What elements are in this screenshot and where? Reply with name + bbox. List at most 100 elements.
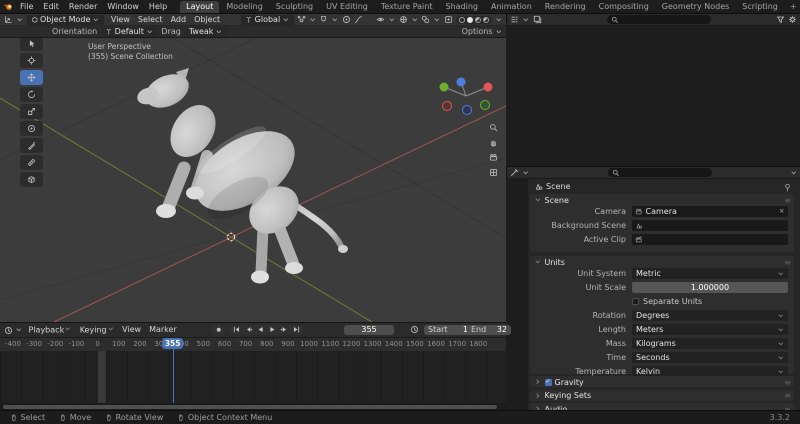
next-keyframe-button[interactable] [279, 325, 290, 335]
pin-id-icon[interactable] [783, 183, 792, 192]
display-mode-icon[interactable] [533, 15, 542, 24]
pan-view-icon[interactable] [486, 136, 500, 148]
tool-add-cube-button[interactable] [20, 172, 43, 187]
shading-solid-button[interactable] [467, 17, 473, 23]
editor-type-3d-icon[interactable] [4, 15, 13, 24]
navigation-gizmo[interactable] [430, 74, 500, 118]
playhead-line[interactable] [173, 347, 175, 403]
tool-transform-button[interactable] [20, 121, 43, 136]
viewport-3d[interactable]: User Perspective (355) Scene Collection [0, 38, 506, 322]
viewport-menu-view[interactable]: View [107, 15, 134, 24]
workspace-tab-uv-editing[interactable]: UV Editing [320, 1, 374, 13]
auto-keying-button[interactable] [212, 325, 225, 335]
workspace-tab-layout[interactable]: Layout [180, 1, 219, 13]
pivot-chevron-icon[interactable] [309, 16, 317, 24]
viewport-menu-add[interactable]: Add [167, 15, 191, 24]
jump-to-end-button[interactable] [291, 325, 302, 335]
xray-toggle-icon[interactable] [444, 15, 453, 24]
drag-dropdown[interactable]: Tweak [185, 27, 227, 37]
shading-chevron-icon[interactable] [495, 16, 503, 24]
workspace-tab-texture-paint[interactable]: Texture Paint [375, 1, 439, 13]
timeline-ruler[interactable]: -400-300-200-100010020030040050060070080… [0, 337, 506, 352]
play-reverse-button[interactable] [255, 325, 266, 335]
workspace-tab-sculpting[interactable]: Sculpting [270, 1, 319, 13]
visibility-dropdown-icon[interactable] [376, 15, 385, 24]
mode-dropdown[interactable]: Object Mode [27, 15, 104, 25]
workspace-tab-compositing[interactable]: Compositing [593, 1, 655, 13]
playhead-frame-badge[interactable]: 355 [162, 338, 183, 349]
tool-scale-button[interactable] [20, 104, 43, 119]
timeline-menu-keying[interactable]: Keying [76, 325, 118, 335]
panel-expand-icon[interactable] [534, 378, 542, 386]
panel-collapse-icon[interactable] [534, 258, 542, 266]
workspace-tab-shading[interactable]: Shading [439, 1, 484, 13]
menu-edit[interactable]: Edit [38, 1, 64, 12]
object-field-active-clip[interactable] [632, 234, 788, 245]
overlays-chevron-icon[interactable] [433, 16, 441, 24]
properties-search-input[interactable] [608, 168, 712, 177]
current-frame-field[interactable]: 355 [344, 325, 394, 335]
snap-magnet-icon[interactable] [319, 15, 328, 24]
tool-annotate-button[interactable] [20, 138, 43, 153]
dropdown-time[interactable]: Seconds [632, 352, 788, 363]
gizmos-chevron-icon[interactable] [411, 16, 419, 24]
overlays-toggle-icon[interactable] [421, 15, 430, 24]
orientation-dropdown[interactable]: Global [241, 15, 294, 25]
panel-header-keying sets[interactable]: Keying Sets≡ [530, 390, 794, 402]
timeline-menu-view[interactable]: View [118, 325, 145, 335]
timeline-menu-playback[interactable]: Playback [25, 325, 76, 335]
gizmos-toggle-icon[interactable] [399, 15, 408, 24]
shading-wireframe-button[interactable] [459, 17, 465, 23]
menu-help[interactable]: Help [144, 1, 172, 12]
use-preview-range-icon[interactable] [410, 325, 419, 334]
workspace-tab-animation[interactable]: Animation [485, 1, 538, 13]
visibility-chevron-icon[interactable] [388, 16, 396, 24]
shading-rendered-button[interactable] [483, 17, 489, 23]
menu-file[interactable]: File [15, 1, 38, 12]
orientation-default-dropdown[interactable]: Default [101, 27, 157, 37]
outliner-options-icon[interactable] [788, 15, 797, 24]
zoom-view-icon[interactable] [486, 121, 500, 133]
viewport-menu-select[interactable]: Select [134, 15, 167, 24]
snap-chevron-icon[interactable] [331, 16, 339, 24]
menu-render[interactable]: Render [64, 1, 102, 12]
panel-expand-icon[interactable] [534, 392, 542, 400]
menu-window[interactable]: Window [102, 1, 144, 12]
clear-icon[interactable] [778, 207, 786, 215]
frame-start-field[interactable]: Start 1 [424, 325, 472, 335]
jump-to-start-button[interactable] [231, 325, 242, 335]
camera-view-icon[interactable] [486, 151, 500, 163]
ortho-toggle-icon[interactable] [486, 166, 500, 178]
workspace-tab-geometry-nodes[interactable]: Geometry Nodes [656, 1, 735, 13]
panel-enable-checkbox[interactable] [545, 379, 552, 386]
workspace-tab-rendering[interactable]: Rendering [539, 1, 592, 13]
object-field-camera[interactable]: Camera [632, 206, 788, 217]
dropdown-rotation[interactable]: Degrees [632, 310, 788, 321]
workspace-tab-modeling[interactable]: Modeling [220, 1, 268, 13]
options-dropdown[interactable]: Options [462, 27, 502, 36]
editor-type-properties-icon[interactable] [510, 168, 519, 177]
dropdown-length[interactable]: Meters [632, 324, 788, 335]
timeline-editor-chevron-icon[interactable] [15, 326, 23, 334]
viewport-menu-object[interactable]: Object [190, 15, 224, 24]
timeline-track-area[interactable] [0, 351, 506, 403]
falloff-curve-icon[interactable] [354, 15, 363, 24]
outliner-editor-chevron-icon[interactable] [522, 16, 530, 24]
editor-type-timeline-icon[interactable] [4, 326, 13, 335]
tool-measure-button[interactable] [20, 155, 43, 170]
timeline-menu-marker[interactable]: Marker [145, 325, 181, 335]
editor-type-chevron-icon[interactable] [16, 16, 24, 24]
tool-rotate-button[interactable] [20, 87, 43, 102]
panel-header-audio[interactable]: Audio≡ [530, 403, 794, 410]
panel-header-units[interactable]: Units≡ [530, 256, 794, 268]
pivot-point-icon[interactable] [297, 15, 306, 24]
outliner-search-input[interactable] [607, 15, 711, 24]
dropdown-mass[interactable]: Kilograms [632, 338, 788, 349]
properties-editor-chevron-icon[interactable] [522, 169, 530, 177]
tool-move-button[interactable] [20, 70, 43, 85]
shading-material-button[interactable] [475, 17, 481, 23]
panel-header-gravity[interactable]: Gravity≡ [530, 376, 794, 388]
tool-select-box-button[interactable] [20, 38, 43, 51]
panel-collapse-icon[interactable] [534, 196, 542, 204]
tool-cursor-button[interactable] [20, 53, 43, 68]
